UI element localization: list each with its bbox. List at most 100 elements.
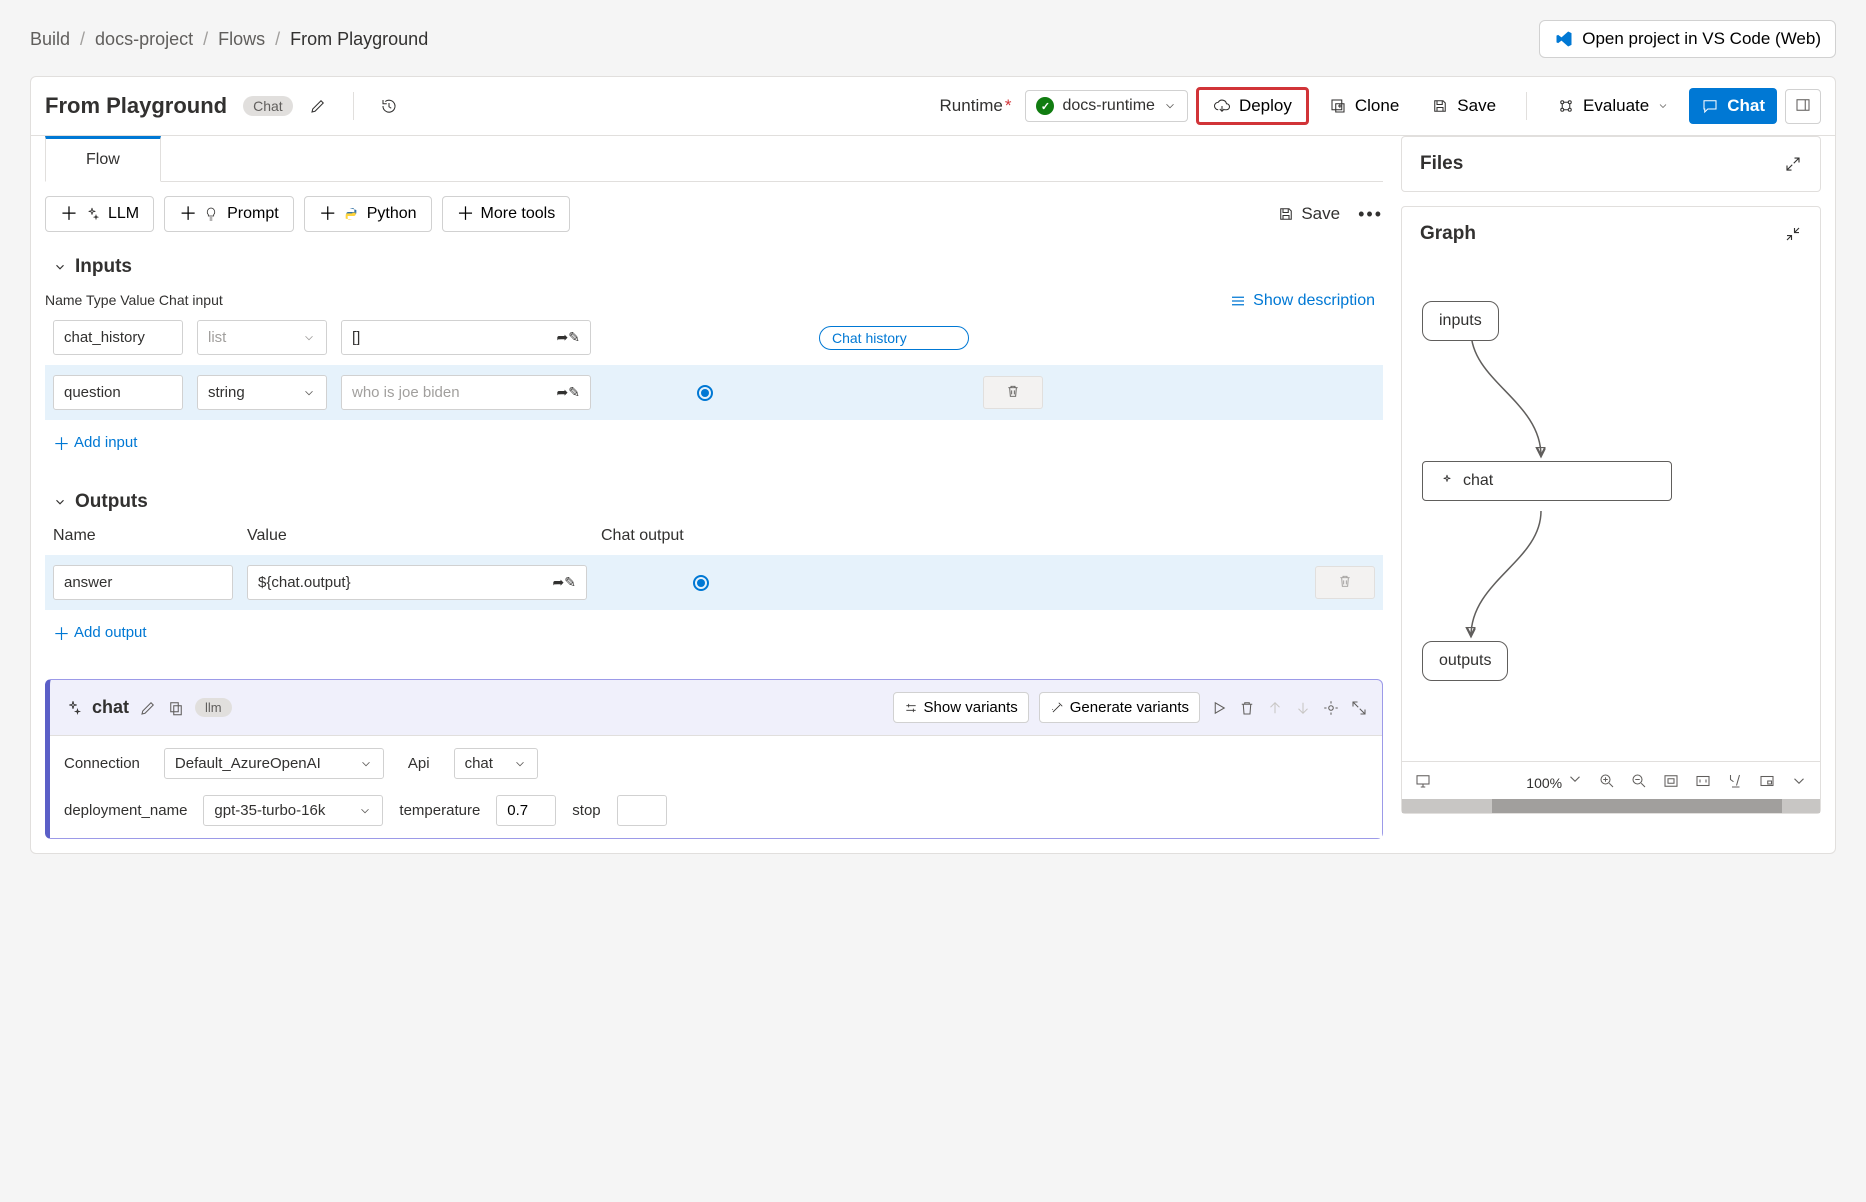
- fit-icon[interactable]: [1662, 772, 1680, 790]
- arrow-up-icon[interactable]: [1266, 699, 1284, 717]
- graph-footer-toolbar: 100%: [1402, 761, 1820, 799]
- copy-icon[interactable]: [167, 699, 185, 717]
- flow-save-button[interactable]: Save: [1269, 198, 1348, 230]
- add-input-link[interactable]: ＋Add input: [45, 420, 145, 465]
- chevron-down-icon: [302, 331, 316, 345]
- monitor-icon[interactable]: [1414, 772, 1432, 790]
- add-prompt-button[interactable]: ＋ Prompt: [164, 196, 294, 232]
- collapse-icon[interactable]: [1784, 225, 1802, 243]
- input-value-field[interactable]: [] ➦✎: [341, 320, 591, 355]
- vscode-icon: [1554, 29, 1574, 49]
- chat-button[interactable]: Chat: [1689, 88, 1777, 124]
- sliders-icon: [904, 701, 918, 715]
- sparkle-icon: [1439, 473, 1455, 489]
- clone-button[interactable]: Clone: [1317, 88, 1411, 124]
- input-name-field[interactable]: question: [53, 375, 183, 410]
- one-to-one-icon[interactable]: [1694, 772, 1712, 790]
- tab-flow[interactable]: Flow: [45, 136, 161, 182]
- wand-icon: [1050, 701, 1064, 715]
- deploy-button[interactable]: Deploy: [1196, 87, 1309, 125]
- generate-variants-button[interactable]: Generate variants: [1039, 692, 1200, 723]
- runtime-selector[interactable]: docs-runtime: [1025, 90, 1187, 122]
- graph-title: Graph: [1420, 223, 1476, 245]
- pencil-icon: [309, 97, 327, 115]
- input-name-field[interactable]: chat_history: [53, 320, 183, 355]
- add-llm-button[interactable]: ＋ LLM: [45, 196, 154, 232]
- inputs-section: Inputs Name Type Value Chat input Show: [45, 250, 1383, 465]
- chevron-down-icon[interactable]: [1790, 772, 1808, 790]
- more-tools-button[interactable]: ＋ More tools: [442, 196, 571, 232]
- col-value: Value: [120, 292, 155, 308]
- chevron-down-icon[interactable]: [53, 495, 67, 509]
- plus-icon: ＋: [179, 206, 195, 222]
- chevron-down-icon: [1163, 99, 1177, 113]
- save-button[interactable]: Save: [1419, 88, 1508, 124]
- history-icon: [380, 97, 398, 115]
- python-icon: [343, 206, 359, 222]
- add-python-button[interactable]: ＋ Python: [304, 196, 432, 232]
- chat-input-radio[interactable]: [697, 385, 713, 401]
- save-icon: [1431, 97, 1449, 115]
- chevron-down-icon: [302, 386, 316, 400]
- graph-node-inputs[interactable]: inputs: [1422, 301, 1499, 341]
- graph-h-scrollbar[interactable]: [1402, 799, 1820, 813]
- connection-select[interactable]: Default_AzureOpenAI: [164, 748, 384, 779]
- edit-inline-icon: ➦✎: [557, 384, 580, 401]
- overflow-menu[interactable]: •••: [1358, 204, 1383, 225]
- temperature-input[interactable]: [496, 795, 556, 826]
- history-button[interactable]: [372, 91, 406, 121]
- panel-toggle-button[interactable]: [1785, 89, 1821, 124]
- plus-icon: ＋: [60, 206, 76, 222]
- evaluate-button[interactable]: Evaluate: [1545, 88, 1681, 124]
- arrow-down-icon[interactable]: [1294, 699, 1312, 717]
- minimap-icon[interactable]: [1758, 772, 1776, 790]
- stop-input[interactable]: [617, 795, 667, 826]
- show-description-link[interactable]: Show description: [1229, 292, 1375, 310]
- trash-icon: [1005, 383, 1021, 399]
- output-value-field[interactable]: ${chat.output} ➦✎: [247, 565, 587, 600]
- zoom-level[interactable]: 100%: [1526, 770, 1584, 791]
- delete-input-button[interactable]: [983, 376, 1043, 409]
- deployment-select[interactable]: gpt-35-turbo-16k: [203, 795, 383, 826]
- zoom-in-icon[interactable]: [1598, 772, 1616, 790]
- expand-icon[interactable]: [1784, 155, 1802, 173]
- node-type-badge: llm: [195, 698, 232, 717]
- add-output-link[interactable]: ＋Add output: [45, 610, 155, 655]
- col-name: Name: [53, 527, 233, 545]
- rename-button[interactable]: [301, 91, 335, 121]
- trash-icon[interactable]: [1238, 699, 1256, 717]
- input-row: question string who is joe biden ➦✎: [45, 365, 1383, 420]
- graph-panel: Graph inputs chat: [1401, 206, 1821, 814]
- col-name: Name: [45, 292, 82, 308]
- expand-icon[interactable]: [1350, 699, 1368, 717]
- graph-node-chat[interactable]: chat: [1422, 461, 1672, 501]
- output-name-field[interactable]: answer: [53, 565, 233, 600]
- input-type-select[interactable]: list: [197, 320, 327, 355]
- locate-icon[interactable]: [1322, 699, 1340, 717]
- delete-output-button[interactable]: [1315, 566, 1375, 599]
- flow-title: From Playground: [45, 93, 227, 119]
- breadcrumb-root[interactable]: Build: [30, 29, 70, 50]
- save-icon: [1277, 205, 1295, 223]
- breadcrumb-project[interactable]: docs-project: [95, 29, 193, 50]
- input-type-select[interactable]: string: [197, 375, 327, 410]
- zoom-out-icon[interactable]: [1630, 772, 1648, 790]
- breadcrumb-section[interactable]: Flows: [218, 29, 265, 50]
- input-value-field[interactable]: who is joe biden ➦✎: [341, 375, 591, 410]
- files-panel: Files: [1401, 136, 1821, 192]
- files-title: Files: [1420, 153, 1463, 175]
- edit-inline-icon: ➦✎: [557, 329, 580, 346]
- trash-icon: [1337, 573, 1353, 589]
- col-value: Value: [247, 527, 587, 545]
- graph-canvas[interactable]: inputs chat outputs: [1402, 261, 1820, 761]
- pencil-icon[interactable]: [139, 699, 157, 717]
- chevron-down-icon[interactable]: [53, 260, 67, 274]
- graph-node-outputs[interactable]: outputs: [1422, 641, 1508, 681]
- auto-layout-icon[interactable]: [1726, 772, 1744, 790]
- show-variants-button[interactable]: Show variants: [893, 692, 1029, 723]
- open-vscode-button[interactable]: Open project in VS Code (Web): [1539, 20, 1836, 58]
- play-icon[interactable]: [1210, 699, 1228, 717]
- chat-output-radio[interactable]: [693, 575, 709, 591]
- api-select[interactable]: chat: [454, 748, 538, 779]
- input-row: chat_history list [] ➦✎ Chat history: [45, 310, 1383, 365]
